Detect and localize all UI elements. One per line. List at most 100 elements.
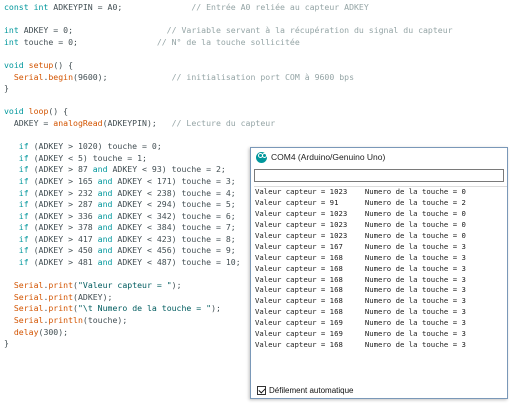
code-token: (9600); (73, 71, 172, 82)
window-title: COM4 (Arduino/Genuino Uno) (271, 152, 386, 162)
code-token: (ADKEY > 450 (28, 245, 98, 256)
code-token: (ADKEY > 1020) touche = 0; (28, 141, 162, 152)
code-token: and (97, 199, 113, 210)
code-token: and (97, 187, 113, 198)
code-token: ); (211, 303, 221, 314)
code-token: (ADKEY > 378 (28, 222, 98, 233)
code-line: ADKEY = analogRead(ADKEYPIN); // Lecture… (4, 118, 510, 130)
serial-output-line: Valeur capteur = 168 Numero de la touche… (255, 296, 466, 306)
code-token: println (48, 315, 83, 326)
code-token: void (4, 106, 29, 117)
code-token: (ADKEY > 232 (28, 187, 98, 198)
serial-output-line: Valeur capteur = 91 Numero de la touche … (255, 197, 466, 207)
code-token: (ADKEY > 165 (28, 175, 98, 186)
send-input[interactable] (254, 169, 504, 182)
serial-output-line: Valeur capteur = 1023 Numero de la touch… (255, 187, 466, 196)
code-token: if (18, 233, 29, 244)
code-token: (ADKEY > 287 (28, 199, 98, 210)
code-token: Serial (13, 315, 44, 326)
code-line: } (4, 83, 510, 95)
code-token: if (18, 187, 29, 198)
code-token: and (97, 222, 113, 233)
code-token: ADKEY < 423) touche = 8; (112, 233, 236, 244)
code-token: ADKEY < 238) touche = 4; (112, 187, 236, 198)
code-token: Serial (13, 280, 44, 291)
code-token: (touche); (82, 315, 128, 326)
code-token: Serial (13, 291, 44, 302)
code-token: ADKEY < 93) touche = 2; (107, 164, 226, 175)
serial-output-line: Valeur capteur = 168 Numero de la touche… (255, 285, 466, 295)
code-token: if (18, 257, 29, 268)
code-line: void loop() { (4, 106, 510, 118)
code-token: } (4, 338, 9, 349)
code-token: // N° de la touche sollicitée (156, 36, 300, 47)
code-token: touche = 0; (23, 36, 157, 47)
code-token: if (18, 152, 29, 163)
code-token: setup (28, 59, 54, 70)
code-token: delay (13, 326, 39, 337)
code-token: analogRead (53, 117, 103, 128)
serial-output-line: Valeur capteur = 168 Numero de la touche… (255, 274, 466, 284)
code-token: begin (48, 71, 74, 82)
code-token: void (4, 59, 29, 70)
serial-output-line: Valeur capteur = 168 Numero de la touche… (255, 307, 466, 317)
serial-output-line: Valeur capteur = 169 Numero de la touche… (255, 329, 466, 339)
code-line: Serial.begin(9600); // initialisation po… (4, 72, 510, 84)
code-token: ); (171, 280, 182, 291)
code-token: // Variable servant à la récupération du… (166, 25, 453, 36)
code-token: and (97, 233, 113, 244)
autoscroll-label[interactable]: Défilement automatique (269, 386, 354, 395)
code-token: (ADKEY); (73, 291, 113, 302)
code-token: // Lecture du capteur (171, 117, 276, 128)
serial-output-line: Valeur capteur = 167 Numero de la touche… (255, 241, 466, 251)
code-token: int (4, 36, 24, 47)
code-token: and (97, 175, 113, 186)
code-token: and (97, 210, 113, 221)
code-line: int touche = 0; // N° de la touche solli… (4, 37, 510, 49)
code-token: print (48, 280, 74, 291)
code-token: (ADKEY > 87 (28, 164, 93, 175)
code-token: ADKEY = 0; (23, 25, 167, 36)
code-token: ADKEY < 456) touche = 9; (112, 245, 236, 256)
serial-output-line: Valeur capteur = 1023 Numero de la touch… (255, 208, 466, 218)
autoscroll-row[interactable]: Défilement automatique (257, 386, 354, 395)
code-token: Serial (13, 71, 44, 82)
code-token: ADKEY < 294) touche = 5; (112, 199, 236, 210)
code-token: and (92, 164, 108, 175)
code-token: "Valeur capteur = " (77, 280, 172, 291)
code-token: and (97, 245, 113, 256)
code-token: (ADKEY > 481 (28, 257, 98, 268)
code-token: int (4, 25, 24, 36)
code-token: if (18, 141, 29, 152)
code-token: ADKEY < 342) touche = 6; (112, 210, 236, 221)
serial-output[interactable]: Valeur capteur = 1023 Numero de la touch… (254, 186, 507, 378)
serial-output-line: Valeur capteur = 168 Numero de la touche… (255, 263, 466, 273)
code-token: print (48, 303, 74, 314)
serial-output-line: Valeur capteur = 168 Numero de la touche… (255, 340, 466, 350)
serial-output-line: Valeur capteur = 169 Numero de la touche… (255, 318, 466, 328)
autoscroll-checkbox[interactable] (257, 386, 266, 395)
code-token: (300); (38, 326, 69, 337)
code-token: ADKEY < 384) touche = 7; (112, 222, 236, 233)
title-bar: COM4 (Arduino/Genuino Uno) (251, 148, 507, 166)
code-token: if (18, 222, 29, 233)
code-line: int ADKEY = 0; // Variable servant à la … (4, 25, 510, 37)
code-token: } (4, 83, 9, 94)
serial-output-line: Valeur capteur = 1023 Numero de la touch… (255, 219, 466, 229)
